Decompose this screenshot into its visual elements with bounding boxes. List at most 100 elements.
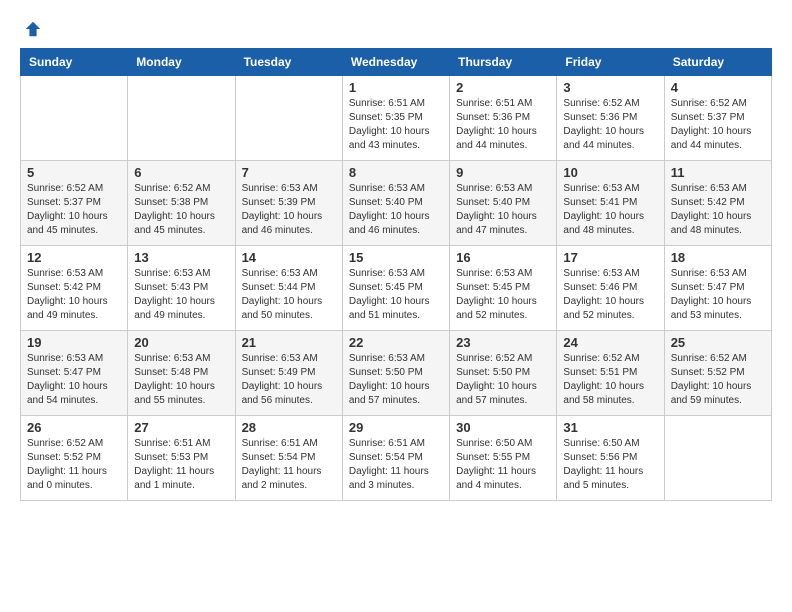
day-number: 30 (456, 420, 550, 435)
calendar-cell (235, 76, 342, 161)
day-info: Sunrise: 6:52 AM Sunset: 5:37 PM Dayligh… (27, 182, 121, 238)
calendar-cell: 28 Sunrise: 6:51 AM Sunset: 5:54 PM Dayli… (235, 416, 342, 501)
day-info: Sunrise: 6:51 AM Sunset: 5:35 PM Dayligh… (349, 97, 443, 153)
day-info: Sunrise: 6:53 AM Sunset: 5:40 PM Dayligh… (456, 182, 550, 238)
day-info: Sunrise: 6:53 AM Sunset: 5:48 PM Dayligh… (134, 352, 228, 408)
calendar-cell: 2 Sunrise: 6:51 AM Sunset: 5:36 PM Daylig… (450, 76, 557, 161)
day-info: Sunrise: 6:53 AM Sunset: 5:49 PM Dayligh… (242, 352, 336, 408)
day-info: Sunrise: 6:53 AM Sunset: 5:41 PM Dayligh… (563, 182, 657, 238)
calendar-cell: 14 Sunrise: 6:53 AM Sunset: 5:44 PM Dayli… (235, 246, 342, 331)
day-number: 29 (349, 420, 443, 435)
day-number: 19 (27, 335, 121, 350)
day-info: Sunrise: 6:53 AM Sunset: 5:45 PM Dayligh… (456, 267, 550, 323)
calendar-cell: 1 Sunrise: 6:51 AM Sunset: 5:35 PM Daylig… (342, 76, 449, 161)
calendar-cell: 22 Sunrise: 6:53 AM Sunset: 5:50 PM Dayli… (342, 331, 449, 416)
calendar-cell (664, 416, 771, 501)
calendar-cell: 3 Sunrise: 6:52 AM Sunset: 5:36 PM Daylig… (557, 76, 664, 161)
calendar-cell: 20 Sunrise: 6:53 AM Sunset: 5:48 PM Dayli… (128, 331, 235, 416)
day-number: 31 (563, 420, 657, 435)
day-number: 23 (456, 335, 550, 350)
calendar-cell: 6Sunrise: 6:52 AM Sunset: 5:38 PM Daylig… (128, 161, 235, 246)
calendar-cell: 21 Sunrise: 6:53 AM Sunset: 5:49 PM Dayli… (235, 331, 342, 416)
day-info: Sunrise: 6:52 AM Sunset: 5:38 PM Dayligh… (134, 182, 228, 238)
day-number: 25 (671, 335, 765, 350)
day-number: 22 (349, 335, 443, 350)
day-number: 8 (349, 165, 443, 180)
day-info: Sunrise: 6:52 AM Sunset: 5:36 PM Dayligh… (563, 97, 657, 153)
day-number: 15 (349, 250, 443, 265)
calendar-cell: 27Sunrise: 6:51 AM Sunset: 5:53 PM Dayli… (128, 416, 235, 501)
day-info: Sunrise: 6:53 AM Sunset: 5:42 PM Dayligh… (27, 267, 121, 323)
day-header-sunday: Sunday (21, 49, 128, 76)
day-number: 24 (563, 335, 657, 350)
day-number: 4 (671, 80, 765, 95)
calendar-week-row: 12Sunrise: 6:53 AM Sunset: 5:42 PM Dayli… (21, 246, 772, 331)
day-info: Sunrise: 6:51 AM Sunset: 5:54 PM Dayligh… (242, 437, 336, 493)
calendar-cell: 29 Sunrise: 6:51 AM Sunset: 5:54 PM Dayli… (342, 416, 449, 501)
day-number: 3 (563, 80, 657, 95)
calendar-cell: 24 Sunrise: 6:52 AM Sunset: 5:51 PM Dayli… (557, 331, 664, 416)
calendar-cell: 10 Sunrise: 6:53 AM Sunset: 5:41 PM Dayli… (557, 161, 664, 246)
day-info: Sunrise: 6:52 AM Sunset: 5:52 PM Dayligh… (27, 437, 121, 493)
day-info: Sunrise: 6:52 AM Sunset: 5:37 PM Dayligh… (671, 97, 765, 153)
day-number: 13 (134, 250, 228, 265)
calendar-cell: 9 Sunrise: 6:53 AM Sunset: 5:40 PM Daylig… (450, 161, 557, 246)
day-number: 1 (349, 80, 443, 95)
day-info: Sunrise: 6:53 AM Sunset: 5:42 PM Dayligh… (671, 182, 765, 238)
day-number: 9 (456, 165, 550, 180)
calendar-cell: 17 Sunrise: 6:53 AM Sunset: 5:46 PM Dayli… (557, 246, 664, 331)
calendar-week-row: 26 Sunrise: 6:52 AM Sunset: 5:52 PM Dayli… (21, 416, 772, 501)
day-header-friday: Friday (557, 49, 664, 76)
day-number: 18 (671, 250, 765, 265)
day-info: Sunrise: 6:53 AM Sunset: 5:47 PM Dayligh… (671, 267, 765, 323)
calendar-week-row: 5 Sunrise: 6:52 AM Sunset: 5:37 PM Daylig… (21, 161, 772, 246)
day-info: Sunrise: 6:53 AM Sunset: 5:44 PM Dayligh… (242, 267, 336, 323)
day-header-thursday: Thursday (450, 49, 557, 76)
day-number: 11 (671, 165, 765, 180)
day-info: Sunrise: 6:51 AM Sunset: 5:54 PM Dayligh… (349, 437, 443, 493)
day-number: 5 (27, 165, 121, 180)
day-info: Sunrise: 6:53 AM Sunset: 5:45 PM Dayligh… (349, 267, 443, 323)
logo (20, 20, 42, 38)
calendar-week-row: 1 Sunrise: 6:51 AM Sunset: 5:35 PM Daylig… (21, 76, 772, 161)
day-info: Sunrise: 6:53 AM Sunset: 5:47 PM Dayligh… (27, 352, 121, 408)
calendar-header-row: SundayMondayTuesdayWednesdayThursdayFrid… (21, 49, 772, 76)
calendar-cell: 18 Sunrise: 6:53 AM Sunset: 5:47 PM Dayli… (664, 246, 771, 331)
day-info: Sunrise: 6:51 AM Sunset: 5:36 PM Dayligh… (456, 97, 550, 153)
day-number: 10 (563, 165, 657, 180)
calendar-cell: 5 Sunrise: 6:52 AM Sunset: 5:37 PM Daylig… (21, 161, 128, 246)
calendar-week-row: 19 Sunrise: 6:53 AM Sunset: 5:47 PM Dayli… (21, 331, 772, 416)
day-number: 14 (242, 250, 336, 265)
calendar-cell: 12Sunrise: 6:53 AM Sunset: 5:42 PM Dayli… (21, 246, 128, 331)
calendar-cell: 7Sunrise: 6:53 AM Sunset: 5:39 PM Daylig… (235, 161, 342, 246)
day-header-tuesday: Tuesday (235, 49, 342, 76)
calendar-cell: 4 Sunrise: 6:52 AM Sunset: 5:37 PM Daylig… (664, 76, 771, 161)
day-number: 17 (563, 250, 657, 265)
logo-icon (24, 20, 42, 38)
day-info: Sunrise: 6:50 AM Sunset: 5:55 PM Dayligh… (456, 437, 550, 493)
day-number: 7 (242, 165, 336, 180)
day-number: 21 (242, 335, 336, 350)
day-info: Sunrise: 6:53 AM Sunset: 5:50 PM Dayligh… (349, 352, 443, 408)
day-info: Sunrise: 6:53 AM Sunset: 5:43 PM Dayligh… (134, 267, 228, 323)
day-number: 2 (456, 80, 550, 95)
calendar-cell: 8Sunrise: 6:53 AM Sunset: 5:40 PM Daylig… (342, 161, 449, 246)
day-info: Sunrise: 6:53 AM Sunset: 5:46 PM Dayligh… (563, 267, 657, 323)
calendar-cell: 26 Sunrise: 6:52 AM Sunset: 5:52 PM Dayli… (21, 416, 128, 501)
day-number: 26 (27, 420, 121, 435)
page-header (20, 20, 772, 38)
calendar-cell: 31Sunrise: 6:50 AM Sunset: 5:56 PM Dayli… (557, 416, 664, 501)
day-info: Sunrise: 6:52 AM Sunset: 5:50 PM Dayligh… (456, 352, 550, 408)
calendar-cell: 13 Sunrise: 6:53 AM Sunset: 5:43 PM Dayli… (128, 246, 235, 331)
day-info: Sunrise: 6:52 AM Sunset: 5:51 PM Dayligh… (563, 352, 657, 408)
day-header-monday: Monday (128, 49, 235, 76)
day-number: 20 (134, 335, 228, 350)
day-info: Sunrise: 6:52 AM Sunset: 5:52 PM Dayligh… (671, 352, 765, 408)
day-header-wednesday: Wednesday (342, 49, 449, 76)
day-info: Sunrise: 6:51 AM Sunset: 5:53 PM Dayligh… (134, 437, 228, 493)
day-number: 16 (456, 250, 550, 265)
calendar-cell: 19 Sunrise: 6:53 AM Sunset: 5:47 PM Dayli… (21, 331, 128, 416)
calendar-cell (128, 76, 235, 161)
day-number: 28 (242, 420, 336, 435)
day-header-saturday: Saturday (664, 49, 771, 76)
